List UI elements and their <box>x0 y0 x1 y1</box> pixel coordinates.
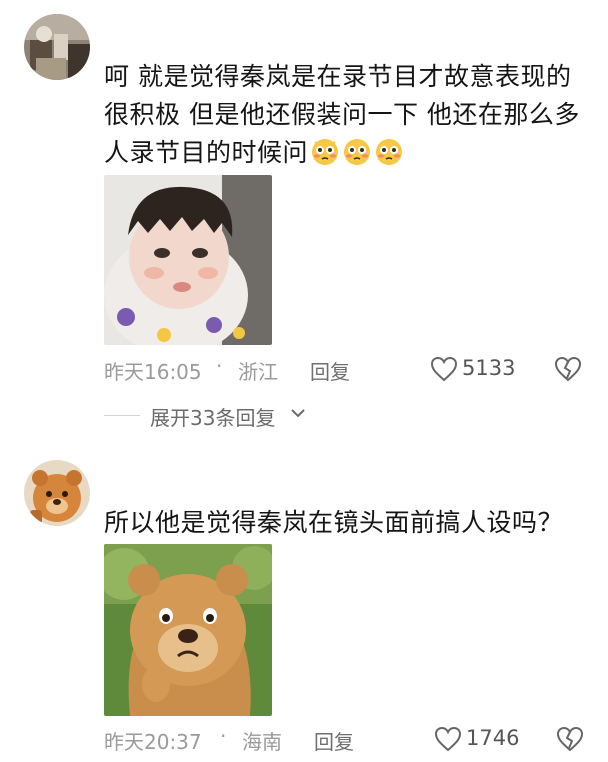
dislike-button[interactable] <box>554 356 582 387</box>
comment-image-bear[interactable] <box>104 544 272 716</box>
expand-replies-label: 展开33条回复 <box>150 406 276 430</box>
meta-separator: · <box>220 724 227 748</box>
comment-meta: 昨天16:05 · 浙江 回复 5133 <box>104 354 584 384</box>
flushed-face-icon <box>374 136 404 166</box>
broken-heart-icon <box>556 726 584 752</box>
comment-meta: 昨天20:37 · 海南 回复 1746 <box>104 724 584 754</box>
reply-button[interactable]: 回复 <box>314 726 354 755</box>
comment-list: 呵 就是觉得秦岚是在录节目才故意表现的很积极 但是他还假装问一下 他还在那么多人… <box>0 0 608 762</box>
comment-location: 浙江 <box>238 360 278 384</box>
flushed-face-icon <box>342 136 372 166</box>
dislike-button[interactable] <box>556 726 584 757</box>
comment-text-content: 所以他是觉得秦岚在镜头面前搞人设吗？ <box>104 508 564 537</box>
reply-button[interactable]: 回复 <box>310 356 350 385</box>
avatar[interactable] <box>24 460 90 526</box>
heart-icon <box>430 356 458 382</box>
comment-time: 昨天20:37 <box>104 730 202 754</box>
broken-heart-icon <box>554 356 582 382</box>
meta-separator: · <box>216 354 223 378</box>
comment-time: 昨天16:05 <box>104 360 202 384</box>
avatar[interactable] <box>24 14 90 80</box>
flushed-face-icon <box>310 136 340 166</box>
like-count: 1746 <box>466 726 520 750</box>
chevron-down-icon <box>291 409 305 418</box>
expand-divider <box>104 415 140 416</box>
like-count: 5133 <box>462 356 516 380</box>
comment-location: 海南 <box>242 730 282 754</box>
comment-item: 所以他是觉得秦岚在镜头面前搞人设吗？ 昨天20:37 · 海南 回复 1746 <box>0 452 608 762</box>
comment-image-baby[interactable] <box>104 175 272 345</box>
comment-item: 呵 就是觉得秦岚是在录节目才故意表现的很积极 但是他还假装问一下 他还在那么多人… <box>0 0 608 440</box>
comment-text: 所以他是觉得秦岚在镜头面前搞人设吗？ <box>104 504 584 542</box>
comment-text: 呵 就是觉得秦岚是在录节目才故意表现的很积极 但是他还假装问一下 他还在那么多人… <box>104 58 584 172</box>
heart-icon <box>434 726 462 752</box>
